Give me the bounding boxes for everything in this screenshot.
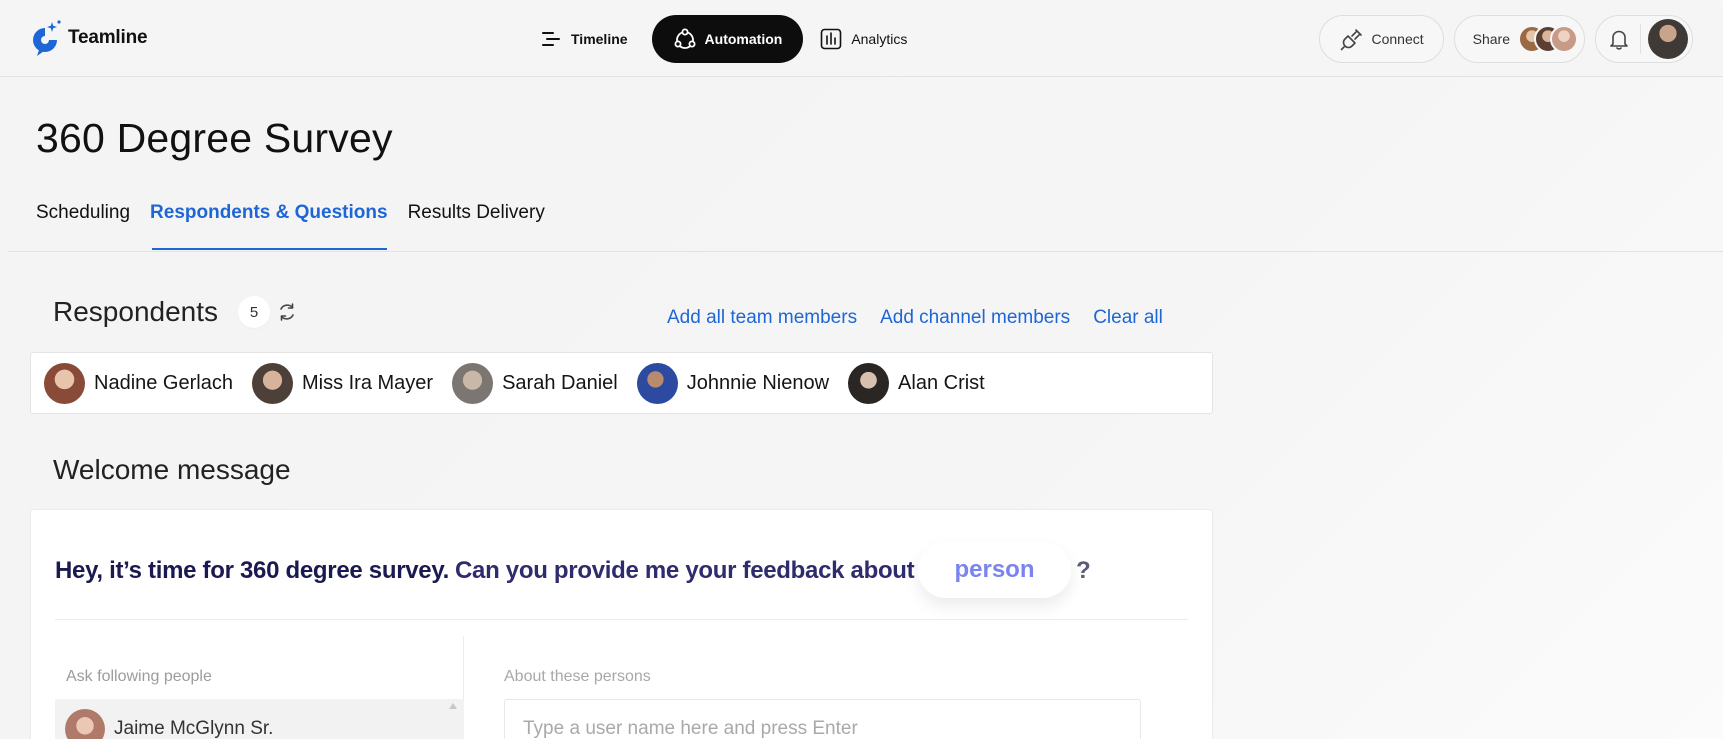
respondents-actions: Add all team members Add channel members…: [667, 307, 1186, 329]
tab-respondents-questions[interactable]: Respondents & Questions: [150, 202, 388, 250]
tabs-divider: [8, 251, 1723, 252]
refresh-icon[interactable]: [276, 301, 298, 323]
avatar: [251, 362, 293, 404]
bell-icon[interactable]: [1606, 26, 1632, 52]
divider: [55, 619, 1188, 620]
header-actions: Connect Share: [1309, 15, 1693, 63]
nav-automation[interactable]: Automation: [651, 15, 804, 63]
analytics-icon: [821, 28, 842, 50]
connect-label: Connect: [1371, 31, 1424, 47]
avatar: [848, 362, 890, 404]
timeline-icon: [542, 32, 560, 46]
page-tabs: Scheduling Respondents & Questions Resul…: [36, 202, 565, 250]
respondent-chip[interactable]: Nadine Gerlach: [44, 362, 233, 404]
main-nav: Timeline Automation Analytics: [527, 15, 931, 63]
respondents-header: Respondents 5: [53, 296, 298, 328]
respondent-name: Miss Ira Mayer: [301, 371, 434, 394]
page-title: 360 Degree Survey: [36, 115, 393, 161]
avatar: [65, 709, 105, 739]
app-window: Teamline Timeline Automation Analytics C…: [0, 0, 1723, 739]
respondent-name: Johnnie Nienow: [686, 371, 830, 394]
share-label: Share: [1472, 31, 1510, 47]
top-bar: Teamline Timeline Automation Analytics C…: [0, 0, 1723, 77]
list-item[interactable]: Jaime McGlynn Sr.: [65, 709, 273, 739]
respondents-count-badge: 5: [238, 296, 271, 328]
ask-person-name: Jaime McGlynn Sr.: [114, 718, 274, 739]
avatar: [1550, 25, 1578, 53]
teamline-logo-icon: [33, 20, 61, 56]
respondent-name: Nadine Gerlach: [94, 371, 233, 394]
avatar: [44, 362, 85, 404]
respondent-chip[interactable]: Sarah Daniel: [452, 362, 618, 404]
add-all-team-members-link[interactable]: Add all team members: [667, 307, 857, 329]
divider: [1640, 24, 1641, 54]
automation-icon: [674, 28, 696, 49]
welcome-message-card: Hey, it’s time for 360 degree survey. Ca…: [30, 509, 1213, 739]
scroll-up-arrow-icon[interactable]: [449, 703, 457, 709]
app-name: Teamline: [68, 27, 148, 48]
ask-people-list[interactable]: Jaime McGlynn Sr.: [55, 699, 464, 739]
message-suffix: ?: [1076, 557, 1091, 584]
shared-with-avatars: [1518, 25, 1578, 53]
user-menu[interactable]: [1595, 15, 1693, 63]
nav-analytics[interactable]: Analytics: [807, 15, 927, 63]
clear-all-link[interactable]: Clear all: [1093, 307, 1163, 329]
respondent-chip[interactable]: Miss Ira Mayer: [251, 362, 434, 404]
avatar: [452, 362, 494, 404]
add-channel-members-link[interactable]: Add channel members: [880, 307, 1070, 329]
tab-results-delivery[interactable]: Results Delivery: [408, 202, 545, 250]
message-lead: Hey, it’s time for 360 degree survey.: [55, 557, 449, 584]
app-logo[interactable]: Teamline: [28, 19, 148, 57]
person-token[interactable]: person: [918, 542, 1071, 598]
about-persons-label: About these persons: [504, 668, 651, 685]
welcome-message-text[interactable]: Hey, it’s time for 360 degree survey. Ca…: [55, 557, 915, 585]
welcome-message-title: Welcome message: [53, 454, 291, 485]
about-persons-input[interactable]: [504, 699, 1141, 739]
respondents-list[interactable]: Nadine Gerlach Miss Ira Mayer Sarah Dani…: [30, 352, 1213, 414]
respondents-title: Respondents: [53, 296, 219, 327]
nav-timeline[interactable]: Timeline: [527, 15, 648, 63]
respondent-chip[interactable]: Johnnie Nienow: [636, 362, 830, 404]
user-avatar[interactable]: [1648, 19, 1688, 59]
ask-people-label: Ask following people: [66, 668, 212, 685]
share-button[interactable]: Share: [1453, 15, 1585, 63]
respondent-chip[interactable]: Alan Crist: [848, 362, 985, 404]
message-rest: Can you provide me your feedback about: [454, 557, 915, 584]
plug-icon: [1341, 29, 1363, 51]
nav-timeline-label: Timeline: [571, 31, 628, 47]
tab-scheduling[interactable]: Scheduling: [36, 202, 130, 250]
avatar: [636, 362, 678, 404]
nav-automation-label: Automation: [704, 31, 783, 47]
nav-analytics-label: Analytics: [851, 31, 908, 47]
connect-button[interactable]: Connect: [1319, 15, 1444, 63]
respondent-name: Alan Crist: [898, 371, 985, 394]
respondent-name: Sarah Daniel: [502, 371, 618, 394]
